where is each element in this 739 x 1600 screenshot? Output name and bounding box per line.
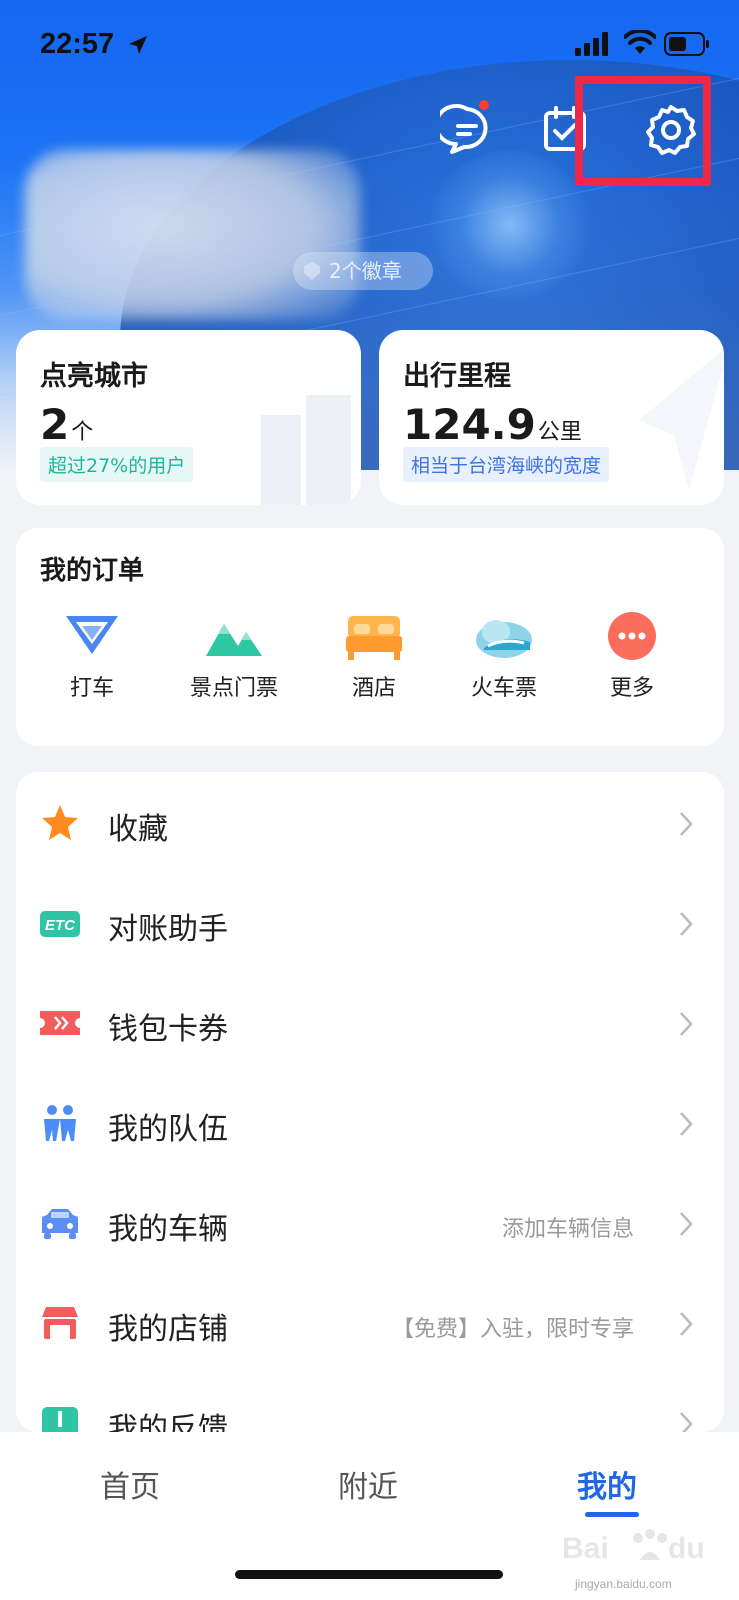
menu-item-favorites[interactable]: 收藏 xyxy=(16,772,724,874)
chevron-right-icon xyxy=(680,1312,693,1336)
chevron-right-icon xyxy=(680,912,693,936)
wifi-icon xyxy=(624,30,656,54)
order-more[interactable]: 更多 xyxy=(572,610,692,702)
paper-plane-deco-icon xyxy=(639,349,724,490)
more-icon xyxy=(608,612,656,660)
battery-icon xyxy=(664,32,709,56)
hotel-bed-icon xyxy=(346,616,402,660)
badge-count-pill[interactable]: 2个徽章 xyxy=(293,252,433,290)
building-deco-icon xyxy=(261,395,351,505)
stat-note: 相当于台湾海峡的宽度 xyxy=(403,447,610,482)
watermark-url: jingyan.baidu.com xyxy=(575,1577,672,1591)
stat-title: 点亮城市 xyxy=(40,361,148,392)
svg-text:ETC: ETC xyxy=(45,917,76,934)
cellular-signal-icon xyxy=(575,32,608,56)
svg-text:du: du xyxy=(668,1532,705,1565)
unread-dot xyxy=(479,100,489,110)
taxi-icon xyxy=(66,616,118,654)
badge-shield-icon xyxy=(304,262,320,280)
lit-cities-card[interactable]: 点亮城市 2个 超过27%的用户 xyxy=(16,330,361,505)
chevron-right-icon xyxy=(680,812,693,836)
menu-item-feedback[interactable]: 我的反馈 xyxy=(16,1372,724,1432)
store-icon xyxy=(42,1307,78,1339)
baidu-watermark-logo: Bai du xyxy=(562,1529,705,1565)
menu-item-team[interactable]: 我的队伍 xyxy=(16,1072,724,1174)
order-train[interactable]: 火车票 xyxy=(444,610,564,702)
stat-title: 出行里程 xyxy=(403,361,511,392)
chevron-right-icon xyxy=(680,1412,693,1432)
menu-list: 收藏 ETC 对账助手 钱包卡券 我的队伍 我的车辆 添加车辆信息 我的店铺 【… xyxy=(16,772,724,1432)
menu-hint: 【免费】入驻，限时专享 xyxy=(391,1317,634,1342)
tab-mine[interactable]: 我的 xyxy=(577,1462,637,1506)
menu-item-vehicles[interactable]: 我的车辆 添加车辆信息 xyxy=(16,1172,724,1274)
menu-item-store[interactable]: 我的店铺 【免费】入驻，限时专享 xyxy=(16,1272,724,1374)
menu-item-billing[interactable]: ETC 对账助手 xyxy=(16,872,724,974)
etc-icon: ETC xyxy=(40,911,80,937)
train-icon xyxy=(476,620,532,658)
tab-nearby[interactable]: 附近 xyxy=(338,1462,398,1506)
active-tab-indicator xyxy=(585,1512,639,1517)
menu-hint: 添加车辆信息 xyxy=(501,1217,634,1242)
settings-highlight-box xyxy=(575,76,711,186)
team-icon xyxy=(44,1105,76,1141)
tab-home[interactable]: 首页 xyxy=(100,1462,160,1506)
feedback-icon xyxy=(42,1407,78,1432)
order-hotel[interactable]: 酒店 xyxy=(314,610,434,702)
stat-note: 超过27%的用户 xyxy=(40,447,194,482)
mountain-ticket-icon xyxy=(206,624,262,656)
home-indicator xyxy=(235,1570,503,1579)
menu-item-wallet[interactable]: 钱包卡券 xyxy=(16,972,724,1074)
car-icon xyxy=(42,1209,78,1239)
badge-count-label: 2个徽章 xyxy=(329,259,402,283)
travel-mileage-card[interactable]: 出行里程 124.9公里 相当于台湾海峡的宽度 xyxy=(379,330,724,505)
svg-text:Bai: Bai xyxy=(562,1532,609,1565)
star-icon xyxy=(42,805,78,840)
ticket-icon xyxy=(40,1011,80,1035)
message-icon[interactable] xyxy=(440,103,494,157)
city-lights-glow xyxy=(430,150,590,300)
order-tickets[interactable]: 景点门票 xyxy=(174,610,294,702)
chevron-right-icon xyxy=(680,1012,693,1036)
stat-value: 124.9公里 xyxy=(403,400,582,449)
chevron-right-icon xyxy=(680,1212,693,1236)
stat-value: 2个 xyxy=(40,400,94,449)
orders-title: 我的订单 xyxy=(40,556,145,586)
status-time: 22:57 xyxy=(40,28,115,60)
order-taxi[interactable]: 打车 xyxy=(32,610,152,702)
my-orders-card: 我的订单 打车 景点门票 酒店 火车票 更多 xyxy=(16,528,724,746)
location-arrow-icon xyxy=(129,36,147,54)
blurred-profile-info[interactable] xyxy=(25,150,360,320)
chevron-right-icon xyxy=(680,1112,693,1136)
